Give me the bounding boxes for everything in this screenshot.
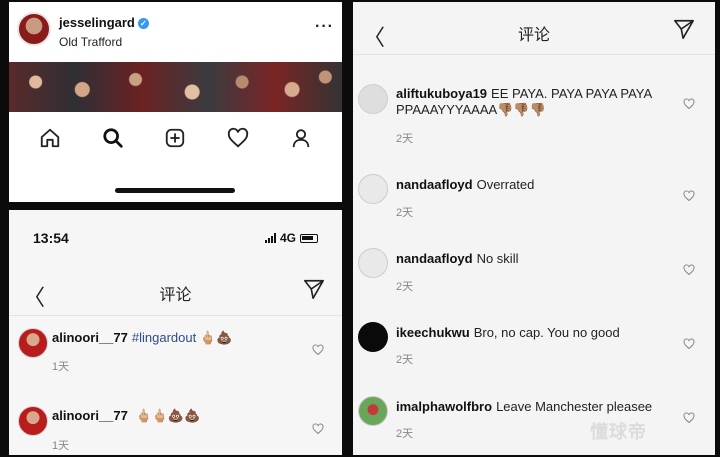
comments-header: 〈 评论 bbox=[9, 270, 342, 311]
post-panel: jesselingard ✓ Old Trafford ··· bbox=[9, 2, 342, 202]
comment-text: Bro, no cap. You no good bbox=[473, 325, 620, 340]
status-time: 13:54 bbox=[33, 230, 69, 246]
comment-text: Overrated bbox=[476, 177, 535, 192]
comment-text: 🖕🏼💩 bbox=[199, 330, 233, 345]
post-image[interactable] bbox=[9, 62, 342, 112]
verified-badge-icon: ✓ bbox=[137, 18, 149, 29]
new-post-icon[interactable] bbox=[162, 125, 188, 151]
comment-username[interactable]: nandaafloyd bbox=[396, 177, 473, 192]
like-heart-icon[interactable] bbox=[683, 264, 695, 276]
send-icon[interactable] bbox=[673, 18, 695, 45]
network-type: 4G bbox=[280, 231, 297, 245]
profile-username[interactable]: jesselingard ✓ bbox=[59, 15, 149, 30]
battery-icon bbox=[300, 233, 319, 243]
comment-body: ikeechukwu Bro, no cap. You no good bbox=[396, 325, 666, 341]
post-header: jesselingard ✓ Old Trafford ··· bbox=[9, 2, 342, 62]
home-indicator[interactable] bbox=[115, 188, 235, 193]
comment-username[interactable]: aliftukuboya19 bbox=[396, 86, 487, 101]
comment-body: alinoori__77 #lingardout 🖕🏼💩 bbox=[52, 330, 302, 346]
comment-text: Leave Manchester pleasee bbox=[496, 399, 653, 414]
comment-username[interactable]: imalphawolfbro bbox=[396, 399, 492, 414]
comment-avatar[interactable] bbox=[358, 84, 388, 114]
comment-time: 2天 bbox=[396, 281, 414, 293]
header-divider bbox=[9, 315, 342, 316]
activity-heart-icon[interactable] bbox=[225, 125, 251, 151]
username-text: jesselingard bbox=[59, 15, 135, 30]
post-location[interactable]: Old Trafford bbox=[59, 35, 122, 49]
like-heart-icon[interactable] bbox=[312, 344, 324, 356]
comment-time: 2天 bbox=[396, 133, 414, 145]
comment-time: 1天 bbox=[52, 440, 70, 452]
comment-hashtag[interactable]: #lingardout bbox=[132, 330, 196, 345]
comment-time: 2天 bbox=[396, 354, 414, 366]
comment-avatar[interactable] bbox=[358, 174, 388, 204]
watermark: 懂球帝 bbox=[590, 422, 647, 442]
like-heart-icon[interactable] bbox=[683, 338, 695, 350]
home-icon[interactable] bbox=[37, 125, 63, 151]
comments-screen-left: 13:54 4G 〈 评论 alinoori__77 #lingardout 🖕🏼… bbox=[9, 210, 342, 455]
comment-body: nandaafloyd Overrated bbox=[396, 177, 666, 193]
comment-avatar[interactable] bbox=[358, 322, 388, 352]
comment-avatar[interactable] bbox=[358, 248, 388, 278]
comment-time: 1天 bbox=[52, 361, 70, 373]
like-heart-icon[interactable] bbox=[683, 190, 695, 202]
comment-username[interactable]: alinoori__77 bbox=[52, 408, 128, 423]
page-title: 评论 bbox=[517, 27, 550, 44]
comment-text: No skill bbox=[476, 251, 519, 266]
comment-username[interactable]: nandaafloyd bbox=[396, 251, 473, 266]
search-icon[interactable] bbox=[100, 125, 126, 151]
send-icon[interactable] bbox=[303, 278, 325, 305]
comment-avatar[interactable] bbox=[18, 328, 48, 358]
comment-body: aliftukuboya19 EE PAYA. PAYA PAYA PAYA PP… bbox=[396, 86, 666, 118]
comments-header: 〈 评论 bbox=[353, 10, 715, 51]
like-heart-icon[interactable] bbox=[312, 423, 324, 435]
comment-username[interactable]: alinoori__77 bbox=[52, 330, 128, 345]
profile-avatar[interactable] bbox=[17, 12, 51, 46]
comment-body: imalphawolfbro Leave Manchester pleasee bbox=[396, 399, 676, 415]
more-options-icon[interactable]: ··· bbox=[315, 18, 334, 36]
comment-time: 2天 bbox=[396, 207, 414, 219]
bottom-nav bbox=[9, 112, 342, 164]
comment-time: 2天 bbox=[396, 428, 414, 440]
like-heart-icon[interactable] bbox=[683, 412, 695, 424]
status-indicators: 4G bbox=[265, 231, 319, 245]
comment-avatar[interactable] bbox=[358, 396, 388, 426]
comment-username[interactable]: ikeechukwu bbox=[396, 325, 470, 340]
header-divider bbox=[353, 54, 715, 55]
comment-text: 🖕🏼🖕🏼💩💩 bbox=[135, 408, 201, 423]
page-title: 评论 bbox=[159, 287, 192, 304]
signal-icon bbox=[265, 233, 276, 243]
comment-body: alinoori__77 🖕🏼🖕🏼💩💩 bbox=[52, 408, 302, 424]
profile-icon[interactable] bbox=[288, 125, 314, 151]
comments-screen-right: 〈 评论 aliftukuboya19 EE PAYA. PAYA PAYA PA… bbox=[353, 2, 715, 455]
comment-avatar[interactable] bbox=[18, 406, 48, 436]
like-heart-icon[interactable] bbox=[683, 98, 695, 110]
comment-body: nandaafloyd No skill bbox=[396, 251, 666, 267]
